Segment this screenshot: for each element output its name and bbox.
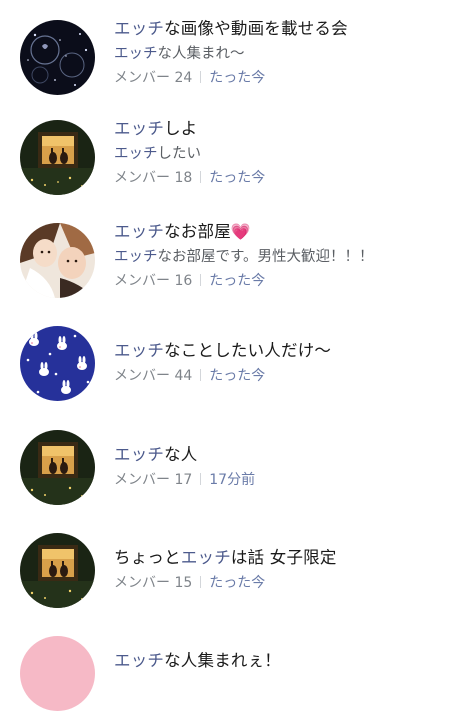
- group-avatar: [20, 20, 95, 95]
- title-rest: しよ: [164, 119, 198, 138]
- group-avatar: [20, 533, 95, 608]
- title-rest: な画像や動画を載せる会: [164, 19, 348, 38]
- group-avatar: [20, 326, 95, 401]
- desc-keyword: エッチ: [114, 46, 158, 62]
- bunnies-window-icon: [20, 533, 95, 608]
- group-meta: メンバー 18 たった今: [114, 168, 464, 188]
- last-active-time: たった今: [209, 273, 266, 289]
- group-list-item[interactable]: エッチなお部屋💗 エッチなお部屋です。男性大歓迎！！！ メンバー 16 たった今: [0, 213, 472, 313]
- group-info: エッチな人 メンバー 17 17分前: [114, 444, 464, 490]
- last-active-time: たった今: [209, 70, 266, 86]
- group-list-item[interactable]: エッチな画像や動画を載せる会 エッチな人集まれ〜 メンバー 24 たった今: [0, 10, 472, 110]
- title-keyword: エッチ: [114, 341, 165, 360]
- title-keyword: エッチ: [180, 548, 231, 567]
- group-title: エッチしよ: [114, 118, 464, 140]
- group-info: エッチなお部屋💗 エッチなお部屋です。男性大歓迎！！！ メンバー 16 たった今: [114, 221, 464, 291]
- member-count: メンバー 24: [114, 70, 193, 86]
- group-info: エッチしよ エッチしたい メンバー 18 たった今: [114, 118, 464, 188]
- meta-divider: [200, 71, 202, 83]
- member-count: メンバー 18: [114, 170, 193, 186]
- group-avatar: [20, 120, 95, 195]
- last-active-time: たった今: [209, 170, 266, 186]
- group-meta: メンバー 15 たった今: [114, 573, 464, 593]
- title-keyword: エッチ: [114, 222, 165, 241]
- member-count: メンバー 16: [114, 273, 193, 289]
- desc-keyword: エッチ: [114, 249, 158, 265]
- group-description: エッチな人集まれ〜: [114, 44, 464, 64]
- group-list-item[interactable]: エッチな人集まれぇ！: [0, 626, 472, 726]
- desc-rest: なお部屋です。男性大歓迎！！！: [157, 249, 374, 265]
- desc-keyword: エッチ: [114, 146, 158, 162]
- bunnies-window-icon: [20, 430, 95, 505]
- group-title: ちょっとエッチは話 女子限定: [114, 547, 464, 569]
- member-count: メンバー 17: [114, 472, 193, 488]
- group-title: エッチな画像や動画を載せる会: [114, 18, 464, 40]
- group-list-item[interactable]: エッチな人 メンバー 17 17分前: [0, 420, 472, 520]
- last-active-time: たった今: [209, 368, 266, 384]
- title-rest: は話 女子限定: [230, 548, 337, 567]
- group-info: ちょっとエッチは話 女子限定 メンバー 15 たった今: [114, 547, 464, 593]
- group-meta: メンバー 24 たった今: [114, 68, 464, 88]
- group-list-item[interactable]: エッチなことしたい人だけ〜 メンバー 44 たった今: [0, 316, 472, 416]
- group-search-results: エッチな画像や動画を載せる会 エッチな人集まれ〜 メンバー 24 たった今 エッ…: [0, 0, 472, 711]
- group-title: エッチなお部屋💗: [114, 221, 464, 243]
- group-meta: メンバー 17 17分前: [114, 470, 464, 490]
- title-rest: な人集まれぇ！: [164, 651, 282, 670]
- group-info: エッチな画像や動画を載せる会 エッチな人集まれ〜 メンバー 24 たった今: [114, 18, 464, 88]
- group-avatar: [20, 636, 95, 711]
- group-description: エッチなお部屋です。男性大歓迎！！！: [114, 247, 464, 267]
- desc-rest: な人集まれ〜: [157, 46, 245, 62]
- heart-emoji-icon: 💗: [230, 222, 252, 241]
- meta-divider: [200, 369, 202, 381]
- bunnies-window-icon: [20, 120, 95, 195]
- title-keyword: エッチ: [114, 651, 165, 670]
- group-avatar: [20, 223, 95, 298]
- group-meta: メンバー 44 たった今: [114, 366, 464, 386]
- group-meta: メンバー 16 たった今: [114, 271, 464, 291]
- group-list-item[interactable]: エッチしよ エッチしたい メンバー 18 たった今: [0, 110, 472, 210]
- bunny-pattern-icon: [20, 326, 95, 401]
- anime-couple-icon: [20, 223, 95, 298]
- group-list-item[interactable]: ちょっとエッチは話 女子限定 メンバー 15 たった今: [0, 523, 472, 623]
- last-active-time: たった今: [209, 575, 266, 591]
- pink-circle-icon: [20, 636, 95, 711]
- desc-rest: したい: [157, 146, 202, 162]
- last-active-time: 17分前: [209, 472, 256, 488]
- group-title: エッチな人集まれぇ！: [114, 650, 464, 672]
- title-keyword: エッチ: [114, 19, 165, 38]
- meta-divider: [200, 274, 202, 286]
- group-info: エッチなことしたい人だけ〜 メンバー 44 たった今: [114, 340, 464, 386]
- title-prefix: ちょっと: [114, 548, 181, 567]
- title-rest: なことしたい人だけ〜: [164, 341, 332, 360]
- title-keyword: エッチ: [114, 119, 165, 138]
- group-description: エッチしたい: [114, 144, 464, 164]
- group-avatar: [20, 430, 95, 505]
- stars-night-icon: [20, 20, 95, 95]
- meta-divider: [200, 473, 202, 485]
- meta-divider: [200, 576, 202, 588]
- member-count: メンバー 44: [114, 368, 193, 384]
- title-rest: なお部屋: [164, 222, 231, 241]
- meta-divider: [200, 171, 202, 183]
- group-title: エッチな人: [114, 444, 464, 466]
- title-keyword: エッチ: [114, 445, 165, 464]
- member-count: メンバー 15: [114, 575, 193, 591]
- group-title: エッチなことしたい人だけ〜: [114, 340, 464, 362]
- title-rest: な人: [164, 445, 198, 464]
- group-info: エッチな人集まれぇ！: [114, 650, 464, 672]
